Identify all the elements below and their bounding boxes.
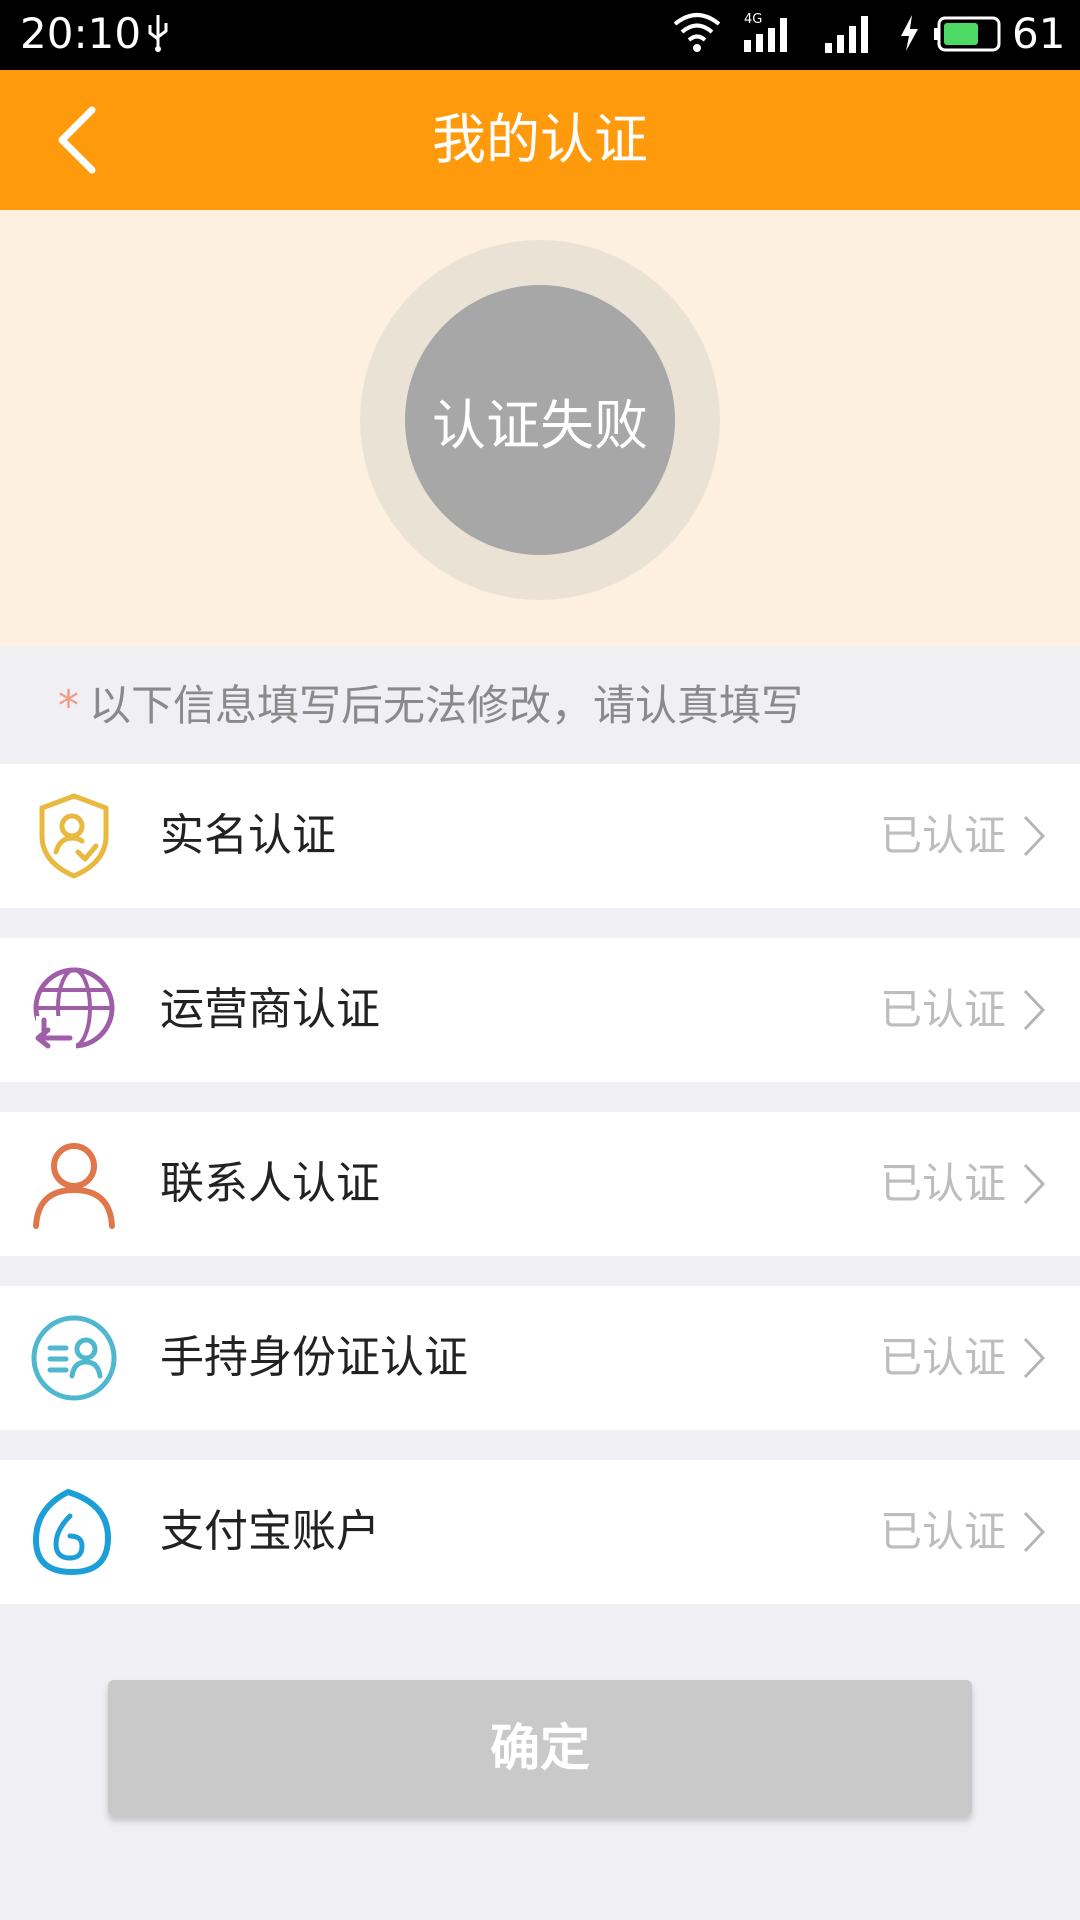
cert-item-contacts[interactable]: 联系人认证 已认证 [0,1112,1080,1256]
chevron-right-icon [1023,1163,1046,1205]
usb-icon [148,15,168,52]
cert-item-status: 已认证 [879,811,1006,860]
verification-status-panel: 认证失败 [0,210,1080,646]
chevron-right-icon [1023,989,1046,1031]
battery-level: 61 [1012,9,1066,58]
cert-item-handheld-id[interactable]: 手持身份证认证 已认证 [0,1286,1080,1430]
wifi-icon [673,13,721,52]
shield-user-icon [39,793,109,879]
signal-icon [825,16,868,53]
status-text: 认证失败 [432,393,648,457]
back-button[interactable] [40,98,120,182]
cert-item-carrier[interactable]: 运营商认证 已认证 [0,938,1080,1082]
signal-4g-icon: 4G [744,12,787,52]
alipay-drop-icon [32,1488,112,1576]
chevron-right-icon [1023,1511,1046,1553]
chevron-left-icon [58,106,96,174]
cert-item-status: 已认证 [879,1507,1006,1556]
person-icon [33,1143,115,1229]
required-asterisk: * [58,681,79,730]
cert-item-alipay[interactable]: 支付宝账户 已认证 [0,1460,1080,1604]
status-time: 20:10 [20,9,142,58]
app-bar: 我的认证 [0,70,1080,210]
cert-item-label: 手持身份证认证 [160,1332,468,1383]
confirm-button[interactable]: 确定 [108,1680,972,1816]
status-bar: 20:10 4G 61 [0,0,1080,70]
cert-item-status: 已认证 [879,1159,1006,1208]
cert-item-label: 实名认证 [160,810,336,861]
cert-item-status: 已认证 [879,1333,1006,1382]
status-ring: 认证失败 [360,240,720,600]
network-type-label: 4G [744,12,762,27]
notice-bar: * 以下信息填写后无法修改，请认真填写 [0,646,1080,764]
cert-item-status: 已认证 [879,985,1006,1034]
battery-icon [934,16,1001,52]
id-card-icon [31,1315,117,1401]
page-title: 我的认证 [432,108,648,171]
cert-item-real-name[interactable]: 实名认证 已认证 [0,764,1080,908]
cert-item-label: 联系人认证 [160,1158,380,1209]
cert-item-label: 支付宝账户 [160,1506,380,1557]
chevron-right-icon [1023,815,1046,857]
cert-item-label: 运营商认证 [160,984,380,1035]
status-circle: 认证失败 [405,285,675,555]
chevron-right-icon [1023,1337,1046,1379]
charging-icon [901,15,918,51]
notice-text: 以下信息填写后无法修改，请认真填写 [89,681,804,730]
globe-refresh-icon [33,967,115,1050]
